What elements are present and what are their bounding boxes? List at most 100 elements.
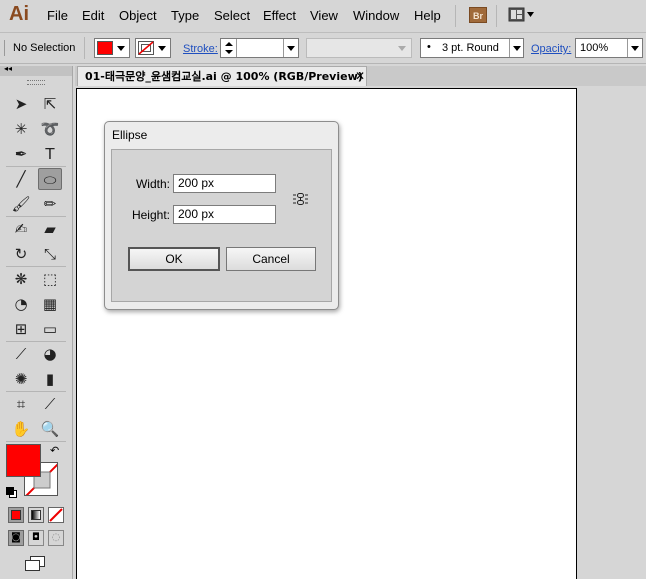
draw-mode-buttons: ◙ ◘ ◌ <box>8 530 68 548</box>
menu-view[interactable]: View <box>310 8 338 23</box>
eraser-tool-icon[interactable]: ▰ <box>38 218 62 240</box>
brush-value: 3 pt. Round <box>442 42 499 54</box>
change-screen-mode-icon[interactable] <box>24 556 46 572</box>
rotate-tool-icon[interactable]: ↻ <box>9 243 33 265</box>
column-graph-tool-icon[interactable]: ▮ <box>38 368 62 390</box>
magic-wand-tool-icon[interactable]: ✳ <box>9 118 33 140</box>
lasso-tool-icon[interactable]: ➰ <box>38 118 62 140</box>
dialog-title: Ellipse <box>112 128 148 142</box>
chevron-down-icon <box>117 46 125 51</box>
stepper-icon[interactable] <box>224 41 234 55</box>
control-bar: No Selection Stroke: • 3 pt. Round Opaci… <box>0 33 646 64</box>
menu-help[interactable]: Help <box>414 8 441 23</box>
cancel-button[interactable]: Cancel <box>226 247 316 271</box>
ellipse-tool-icon[interactable]: ⬭ <box>38 168 62 190</box>
color-button[interactable] <box>8 507 24 523</box>
chevron-down-icon <box>158 46 166 51</box>
stroke-weight-field[interactable] <box>220 38 299 58</box>
tools-panel: ◂◂ ➤ ⇱ ✳ ➰ ✒ T ╱ ⬭ 🖌 ✏ ✍ ▰ ↻ ⤡ ❋ ⬚ ◔ ▦ ⊞ ▭ ⟋ ◕ ✺ ▮ ⌗ ⟋ ✋ 🔍 ↶ ◙ ◘ ◌ <box>0 64 73 579</box>
menu-separator <box>496 5 497 27</box>
free-transform-tool-icon[interactable]: ⬚ <box>38 268 62 290</box>
ellipse-dialog: Ellipse Width: 200 px Height: 200 px OK … <box>104 121 339 310</box>
draw-behind-icon[interactable]: ◘ <box>28 530 44 546</box>
selection-status: No Selection <box>13 42 76 54</box>
swap-fill-stroke-icon[interactable]: ↶ <box>50 444 59 457</box>
type-tool-icon[interactable]: T <box>38 143 62 165</box>
default-fill-stroke-icon[interactable] <box>6 487 18 499</box>
app-logo: Ai <box>9 3 29 25</box>
eyedropper-tool-icon[interactable]: ⟋ <box>9 343 33 365</box>
document-tab[interactable]: 01-태극문양_윤샘컴교실.ai @ 100% (RGB/Preview) <box>77 66 367 86</box>
tool-group-separator <box>6 166 66 167</box>
tool-group-separator <box>6 391 66 392</box>
brush-bullet-icon: • <box>427 41 431 53</box>
perspective-grid-tool-icon[interactable]: ▦ <box>38 293 62 315</box>
hand-tool-icon[interactable]: ✋ <box>9 418 33 440</box>
color-mode-buttons <box>8 507 68 525</box>
none-button[interactable] <box>48 507 64 523</box>
fill-box[interactable] <box>6 444 41 477</box>
scale-tool-icon[interactable]: ⤡ <box>38 243 62 265</box>
blend-tool-icon[interactable]: ◕ <box>38 343 62 365</box>
dialog-body: Width: 200 px Height: 200 px OK Cancel <box>111 149 332 302</box>
menu-effect[interactable]: Effect <box>263 8 296 23</box>
opacity-field[interactable]: 100% <box>575 38 643 58</box>
ok-button[interactable]: OK <box>128 247 220 271</box>
panel-grip-icon <box>27 80 45 85</box>
artboard-tool-icon[interactable]: ⌗ <box>9 393 33 415</box>
chevron-down-icon <box>631 46 639 51</box>
menu-type[interactable]: Type <box>171 8 199 23</box>
menu-edit[interactable]: Edit <box>82 8 104 23</box>
pen-tool-icon[interactable]: ✒ <box>9 143 33 165</box>
chevron-down-icon <box>287 46 295 51</box>
slice-tool-icon[interactable]: ⟋ <box>38 393 62 415</box>
fill-swatch <box>97 41 113 55</box>
pencil-tool-icon[interactable]: ✏ <box>38 193 62 215</box>
draw-inside-icon[interactable]: ◌ <box>48 530 64 546</box>
mesh-tool-icon[interactable]: ⊞ <box>9 318 33 340</box>
constrain-proportions-icon[interactable] <box>292 191 309 207</box>
variable-width-profile-dropdown[interactable] <box>306 38 412 58</box>
collapse-panel-icon[interactable]: ◂◂ <box>4 64 12 73</box>
tools-panel-header[interactable]: ◂◂ <box>0 64 72 76</box>
gradient-tool-icon[interactable]: ▭ <box>38 318 62 340</box>
stroke-color-dropdown[interactable] <box>135 38 171 58</box>
brush-definition-dropdown[interactable]: • 3 pt. Round <box>420 38 524 58</box>
tool-group-separator <box>6 341 66 342</box>
close-tab-icon[interactable]: ✕ <box>355 69 365 83</box>
menu-object[interactable]: Object <box>119 8 157 23</box>
menu-file[interactable]: File <box>47 8 68 23</box>
draw-normal-icon[interactable]: ◙ <box>8 530 24 546</box>
menu-separator <box>455 5 456 27</box>
gradient-button[interactable] <box>28 507 44 523</box>
menu-bar: Ai File Edit Object Type Select Effect V… <box>0 0 646 33</box>
line-segment-tool-icon[interactable]: ╱ <box>9 168 33 190</box>
menu-select[interactable]: Select <box>214 8 250 23</box>
blob-brush-tool-icon[interactable]: ✍ <box>9 218 33 240</box>
direct-selection-tool-icon[interactable]: ⇱ <box>38 93 62 115</box>
bridge-button[interactable]: Br <box>469 7 487 23</box>
zoom-tool-icon[interactable]: 🔍 <box>38 418 62 440</box>
arrange-documents-icon <box>508 7 534 22</box>
width-input[interactable]: 200 px <box>173 174 276 193</box>
warp-tool-icon[interactable]: ❋ <box>9 268 33 290</box>
opacity-value: 100% <box>580 42 609 54</box>
symbol-sprayer-tool-icon[interactable]: ✺ <box>9 368 33 390</box>
selection-tool-icon[interactable]: ➤ <box>9 93 33 115</box>
stroke-label[interactable]: Stroke: <box>183 43 218 55</box>
height-label: Height: <box>131 208 170 222</box>
fill-stroke-control: ↶ <box>6 444 66 504</box>
paintbrush-tool-icon[interactable]: 🖌 <box>9 193 33 215</box>
shape-builder-tool-icon[interactable]: ◔ <box>9 293 33 315</box>
fill-color-dropdown[interactable] <box>94 38 130 58</box>
height-input[interactable]: 200 px <box>173 205 276 224</box>
chevron-down-icon <box>513 46 521 51</box>
opacity-label[interactable]: Opacity: <box>531 43 571 55</box>
panel-grip-icon <box>4 40 5 56</box>
control-separator <box>84 37 85 59</box>
arrange-documents-button[interactable] <box>508 7 536 23</box>
width-label: Width: <box>135 177 170 191</box>
chevron-down-icon <box>398 46 406 51</box>
menu-window[interactable]: Window <box>353 8 399 23</box>
tool-group-separator <box>6 216 66 217</box>
